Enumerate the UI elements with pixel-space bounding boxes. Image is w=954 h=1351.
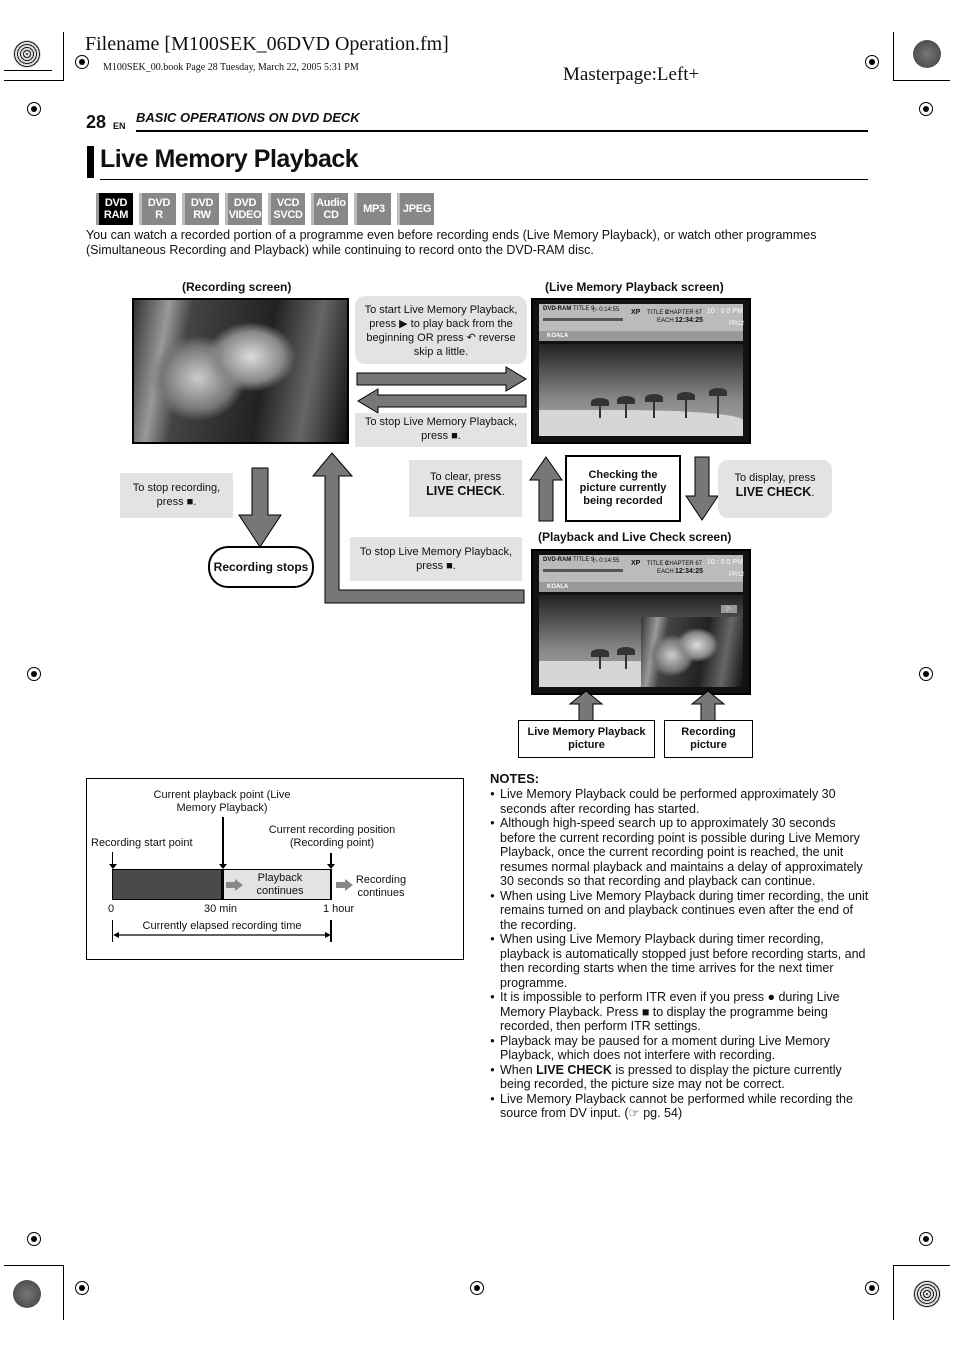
registration-mark-icon (919, 667, 933, 681)
note-item: Live Memory Playback could be performed … (490, 787, 870, 816)
recorded-portion-bar (112, 869, 222, 900)
osd-panel: DVD-RAM TITLE 9 ▷ 0:14:55 XP TITLE 9 CHA… (539, 304, 744, 334)
print-masterpage: Masterpage:Left+ (563, 64, 700, 85)
plc-screen-caption: (Playback and Live Check screen) (538, 530, 732, 544)
recording-picture-inset (641, 617, 743, 687)
divider (100, 179, 868, 180)
registration-mark-icon (865, 1281, 879, 1295)
note-item: When using Live Memory Playback during t… (490, 932, 870, 990)
crop-mark (893, 1265, 950, 1266)
registration-mark-icon (27, 1232, 41, 1246)
crop-mark (893, 1265, 894, 1320)
color-bar-disc-icon (913, 1280, 941, 1308)
crop-mark (4, 80, 64, 81)
registration-mark-icon (75, 1281, 89, 1295)
notes-heading: NOTES: (490, 771, 540, 786)
recording-screen-caption: (Recording screen) (182, 280, 292, 294)
recording-picture-label: Recording picture (664, 720, 753, 758)
arrow-down-icon (238, 467, 282, 548)
badge-dvd-rw: DVD RW (182, 193, 219, 225)
recording-position-label: Current recording position (Recording po… (268, 824, 396, 849)
badge-mp3: MP3 (354, 193, 391, 225)
registration-mark-icon (919, 1232, 933, 1246)
color-bar-disc-icon (13, 40, 41, 68)
display-live-check-instruction: To display, press LIVE CHECK. (718, 460, 832, 518)
divider (136, 130, 868, 132)
tick-1-hour: 1 hour (323, 903, 355, 915)
media-badges: DVD RAM DVD R DVD RW DVD VIDEO VCD SVCD Audio… (96, 193, 434, 225)
recording-screen-image (132, 298, 349, 444)
page-number: 28 (86, 112, 107, 132)
crop-mark (893, 80, 950, 81)
stop-recording-instruction: To stop recording, press ■. (120, 473, 233, 518)
tick-30-min: 30 min (204, 903, 238, 915)
plc-screen-image: DVD-RAM TITLE 9 ▷ 0:14:55 XP TITLE 9 CHA… (531, 549, 751, 695)
double-arrow-icon (113, 932, 331, 938)
note-item: Live Memory Playback cannot be performed… (490, 1092, 870, 1121)
note-item: Playback may be paused for a moment duri… (490, 1034, 870, 1063)
note-item: When LIVE CHECK is pressed to display th… (490, 1063, 870, 1092)
badge-jpeg: JPEG (397, 193, 434, 225)
crop-mark (893, 32, 894, 80)
print-filename: Filename [M100SEK_06DVD Operation.fm] (85, 33, 449, 55)
recording-stops-state: Recording stops (208, 546, 314, 588)
registration-mark-icon (75, 55, 89, 69)
language-code: EN (113, 121, 126, 131)
registration-mark-icon (470, 1281, 484, 1295)
beach-scene: ▷ (539, 595, 743, 687)
arrow-up-icon (568, 690, 604, 722)
crop-mark (63, 32, 64, 80)
arrow-left-icon (357, 388, 527, 414)
notes-list: Live Memory Playback could be performed … (490, 787, 870, 1121)
page-title: Live Memory Playback (100, 145, 359, 173)
badge-dvd-r: DVD R (139, 193, 176, 225)
title-bar-marker (87, 146, 94, 178)
playback-continues-label: Playback continues (256, 872, 304, 897)
color-bar-disc-icon (913, 40, 941, 68)
checking-picture-box: Checking the picture currently being rec… (565, 455, 681, 522)
badge-audio-cd: Audio CD (311, 193, 348, 225)
live-check-key: LIVE CHECK (426, 484, 502, 498)
lmp-screen-caption: (Live Memory Playback screen) (545, 280, 724, 294)
arrow-up-icon (690, 690, 726, 722)
start-lmp-instruction: To start Live Memory Playback, press ▶ t… (355, 296, 527, 364)
badge-vcd-svcd: VCD SVCD (268, 193, 305, 225)
lmp-picture-label: Live Memory Playback picture (518, 720, 655, 758)
badge-dvd-ram: DVD RAM (96, 193, 133, 225)
play-indicator-icon: ▷ (721, 605, 737, 613)
stop-lmp-instruction-2: To stop Live Memory Playback, press ■. (350, 537, 522, 581)
crop-mark (4, 70, 52, 71)
beach-scene (539, 344, 743, 436)
badge-dvd-video: DVD VIDEO (225, 193, 262, 225)
note-item: It is impossible to perform ITR even if … (490, 990, 870, 1034)
registration-mark-icon (865, 55, 879, 69)
arrow-right-icon (226, 879, 243, 891)
timeline-diagram: Current playback point (Live Memory Play… (86, 778, 464, 960)
start-point-label: Recording start point (91, 837, 193, 849)
live-check-key: LIVE CHECK (735, 485, 812, 499)
arrow-down-icon (685, 456, 719, 521)
lmp-screen-image: DVD-RAM TITLE 9 ▷ 0:14:55 XP TITLE 9 CHA… (531, 298, 751, 444)
section-title: BASIC OPERATIONS ON DVD DECK (136, 110, 360, 125)
recording-continues-label: Recording continues (355, 874, 407, 899)
tick-0: 0 (108, 903, 115, 915)
crop-mark (63, 1265, 64, 1320)
note-item: Although high-speed search up to approxi… (490, 816, 870, 889)
intro-paragraph: You can watch a recorded portion of a pr… (86, 228, 817, 257)
note-item: When using Live Memory Playback during t… (490, 889, 870, 933)
playback-point-label: Current playback point (Live Memory Play… (153, 789, 291, 814)
stop-lmp-instruction: To stop Live Memory Playback, press ■. (355, 413, 527, 447)
registration-mark-icon (27, 667, 41, 681)
arrow-up-icon (529, 456, 563, 522)
print-book-line: M100SEK_00.book Page 28 Tuesday, March 2… (103, 62, 359, 73)
crop-mark (4, 1265, 64, 1266)
color-bar-disc-icon (13, 1280, 41, 1308)
registration-mark-icon (27, 102, 41, 116)
registration-mark-icon (919, 102, 933, 116)
clear-live-check-instruction: To clear, press LIVE CHECK. (409, 460, 522, 517)
